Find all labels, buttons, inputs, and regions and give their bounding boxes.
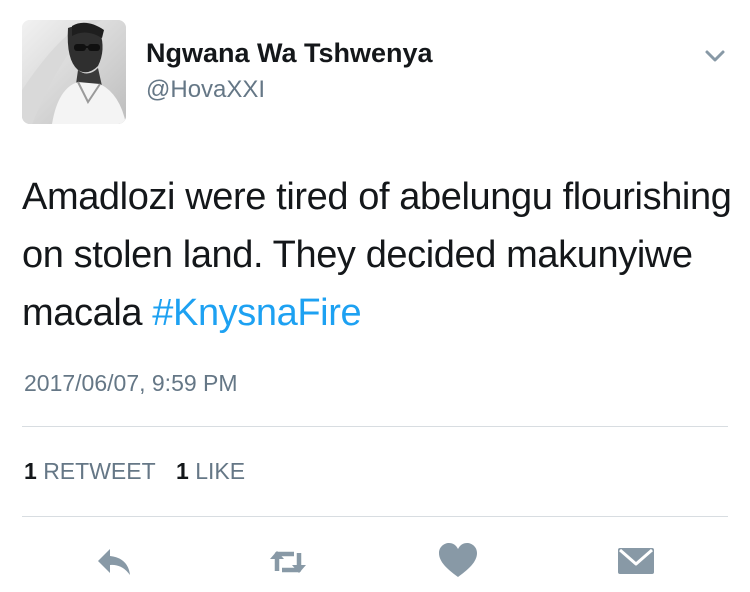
retweets-stat[interactable]: 1 RETWEET [24, 458, 156, 484]
divider [22, 516, 728, 517]
tweet-body: Amadlozi were tired of abelungu flourish… [22, 176, 732, 334]
avatar-image [22, 20, 126, 124]
retweet-icon[interactable] [266, 540, 310, 584]
divider [22, 426, 728, 427]
avatar[interactable] [22, 20, 126, 124]
tweet-stats: 1 RETWEET 1 LIKE [24, 458, 259, 485]
chevron-down-icon[interactable] [698, 44, 732, 70]
display-name[interactable]: Ngwana Wa Tshwenya [146, 38, 433, 69]
likes-count: 1 [176, 458, 189, 484]
retweets-count: 1 [24, 458, 37, 484]
action-bar [0, 540, 750, 584]
retweets-label: RETWEET [43, 458, 156, 484]
reply-icon[interactable] [92, 540, 136, 584]
hashtag-link[interactable]: #KnysnaFire [152, 292, 361, 334]
user-handle[interactable]: @HovaXXI [146, 76, 265, 104]
tweet-timestamp[interactable]: 2017/06/07, 9:59 PM [24, 370, 238, 397]
likes-label: LIKE [195, 458, 246, 484]
envelope-icon[interactable] [614, 540, 658, 584]
tweet-text: Amadlozi were tired of abelungu flourish… [22, 168, 734, 342]
heart-icon[interactable] [436, 540, 480, 584]
likes-stat[interactable]: 1 LIKE [176, 458, 245, 484]
